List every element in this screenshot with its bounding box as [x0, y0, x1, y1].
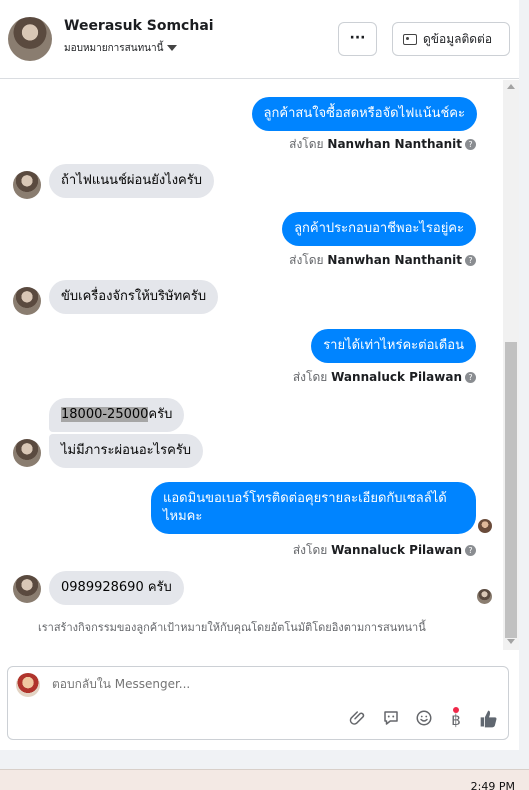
message-incoming: ขับเครื่องจักรให้บริษัทครับ — [49, 280, 219, 314]
read-receipt-avatar — [478, 519, 492, 533]
emoji-icon[interactable] — [413, 709, 435, 731]
caret-down-icon — [167, 45, 178, 51]
message-outgoing: แอดมินขอเบอร์โทรติดต่อคุยรายละเอียดกับเซ… — [151, 482, 476, 534]
sender-name: Nanwhan Nanthanit — [327, 253, 462, 267]
sender-name: Wannaluck Pilawan — [331, 543, 462, 557]
contact-name[interactable]: Weerasuk Somchai — [64, 18, 214, 34]
help-icon[interactable]: ? — [465, 372, 476, 383]
scrollbar[interactable] — [503, 80, 519, 650]
scroll-thumb[interactable] — [505, 342, 517, 638]
contact-avatar-small — [13, 439, 41, 467]
more-options-button[interactable]: ··· — [338, 22, 377, 56]
view-contact-label: ดูข้อมูลติดต่อ — [423, 32, 493, 46]
contact-card-icon — [403, 34, 417, 45]
sender-name: Wannaluck Pilawan — [331, 370, 462, 384]
sent-by-prefix: ส่งโดย — [292, 543, 328, 557]
conversation-header: Weerasuk Somchai มอบหมายการสนทนานี้ ··· … — [0, 0, 520, 79]
message-incoming: ถ้าไฟแนนช์ผ่อนยังไงครับ — [49, 164, 214, 198]
message-incoming: ไม่มีภาระผ่อนอะไรครับ — [49, 434, 204, 468]
sent-by-label: ส่งโดย Wannaluck Pilawan? — [293, 541, 476, 560]
page-background — [0, 750, 529, 769]
scroll-up-arrow-icon[interactable] — [507, 84, 515, 89]
contact-avatar-small — [13, 575, 41, 603]
lead-activity-notice: เราสร้างกิจกรรมของลูกค้าเป้าหมายให้กับคุ… — [38, 621, 426, 634]
saved-replies-icon[interactable] — [380, 709, 402, 731]
sent-by-prefix: ส่งโดย — [289, 253, 324, 267]
reply-input[interactable] — [52, 677, 352, 691]
view-contact-button[interactable]: ดูข้อมูลติดต่อ — [392, 22, 510, 56]
sender-name: Nanwhan Nanthanit — [327, 137, 462, 151]
notification-dot — [453, 707, 459, 713]
sent-by-label: ส่งโดย Nanwhan Nanthanit? — [289, 251, 476, 270]
contact-avatar[interactable] — [8, 17, 52, 61]
assign-label: มอบหมายการสนทนานี้ — [64, 43, 164, 54]
contact-avatar-small — [13, 287, 41, 315]
page-avatar — [16, 673, 40, 697]
help-icon[interactable]: ? — [465, 255, 476, 266]
message-incoming: 0989928690 ครับ — [49, 571, 184, 605]
sent-by-prefix: ส่งโดย — [292, 370, 328, 384]
system-clock[interactable]: 2:49 PM — [471, 780, 515, 790]
assign-conversation-dropdown[interactable]: มอบหมายการสนทนานี้ — [64, 41, 178, 56]
os-taskbar: 2:49 PM — [0, 769, 529, 790]
seen-avatar — [477, 589, 492, 604]
like-icon[interactable] — [478, 709, 500, 731]
message-incoming: 18000-25000ครับ — [49, 398, 185, 432]
message-outgoing: ลูกค้าสนใจซื้อสดหรือจัดไฟแน้นช์คะ — [251, 97, 477, 131]
panel-divider — [519, 0, 529, 750]
message-outgoing: รายได้เท่าไหร่คะต่อเดือน — [311, 329, 476, 363]
sent-by-label: ส่งโดย Nanwhan Nanthanit? — [289, 135, 476, 154]
help-icon[interactable]: ? — [465, 545, 476, 556]
message-text-rest: ครับ — [148, 407, 173, 422]
attachment-icon[interactable] — [347, 709, 369, 731]
message-thread: ลูกค้าสนใจซื้อสดหรือจัดไฟแน้นช์คะ ส่งโดย… — [0, 80, 503, 650]
highlighted-text: 18000-25000 — [61, 407, 149, 422]
sent-by-prefix: ส่งโดย — [289, 137, 324, 151]
reply-composer: ฿ — [7, 666, 509, 740]
help-icon[interactable]: ? — [465, 139, 476, 150]
message-outgoing: ลูกค้าประกอบอาชีพอะไรอยู่คะ — [282, 212, 476, 246]
scroll-down-arrow-icon[interactable] — [507, 639, 515, 644]
sent-by-label: ส่งโดย Wannaluck Pilawan? — [293, 368, 476, 387]
contact-avatar-small — [13, 171, 41, 199]
